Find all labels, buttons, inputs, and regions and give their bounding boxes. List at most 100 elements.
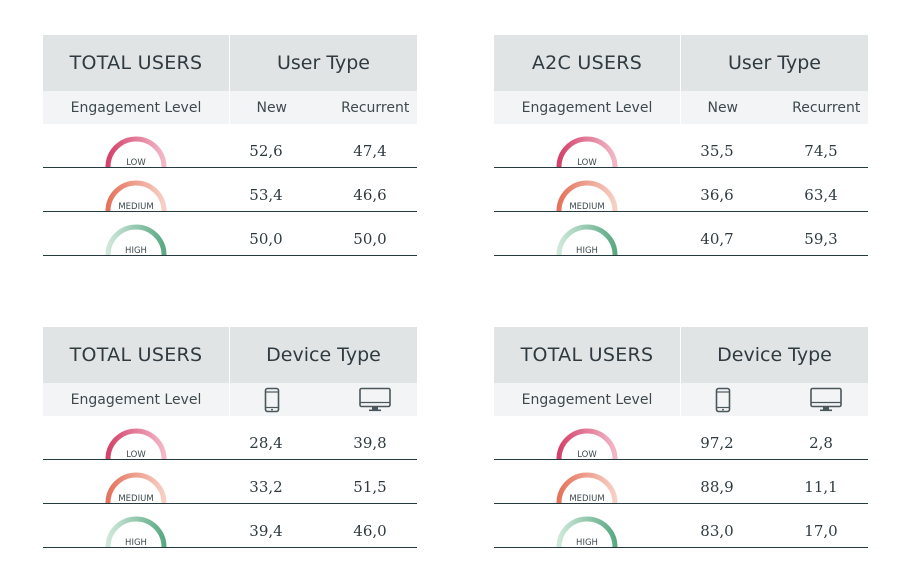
- column-header: [230, 387, 334, 413]
- value-cell: 50,0: [353, 229, 387, 248]
- table-header: TOTAL USERS Device Type: [494, 327, 868, 383]
- engagement-level-cell: LOW: [494, 416, 680, 459]
- table-subheader: Engagement Level: [494, 383, 868, 416]
- column-header: New: [707, 99, 739, 116]
- table-row: MEDIUM 88,9 11,1: [494, 460, 868, 504]
- gauge-label: LOW: [126, 450, 146, 459]
- gauge-label: HIGH: [576, 246, 598, 255]
- table-row: LOW 28,4 39,8: [43, 416, 417, 460]
- table-title: TOTAL USERS: [494, 327, 681, 383]
- engagement-level-cell: HIGH: [43, 212, 229, 255]
- value-cell: 36,6: [700, 185, 734, 204]
- gauge-label: LOW: [126, 158, 146, 167]
- engagement-level-cell: MEDIUM: [43, 460, 229, 503]
- column-header: [334, 387, 418, 413]
- gauge-label: MEDIUM: [569, 494, 604, 503]
- value-cell: 2,8: [809, 433, 833, 452]
- table-row: MEDIUM 33,2 51,5: [43, 460, 417, 504]
- gauge-medium: MEDIUM: [105, 472, 167, 503]
- value-cell: 52,6: [249, 141, 283, 160]
- engagement-level-cell: LOW: [494, 124, 680, 167]
- value-cell: 59,3: [804, 229, 838, 248]
- table-row: HIGH 39,4 46,0: [43, 504, 417, 548]
- engagement-level-cell: HIGH: [43, 504, 229, 547]
- value-cell: 17,0: [804, 521, 838, 540]
- value-cell: 74,5: [804, 141, 838, 160]
- value-cell: 39,4: [249, 521, 283, 540]
- gauge-label: LOW: [577, 450, 597, 459]
- table-subheader: Engagement Level New Recurrent: [494, 91, 868, 124]
- gauge-low: LOW: [556, 428, 618, 459]
- gauge-low: LOW: [556, 136, 618, 167]
- value-cell: 83,0: [700, 521, 734, 540]
- row-header-label: Engagement Level: [43, 91, 230, 124]
- group-title: Device Type: [266, 344, 381, 366]
- value-cell: 88,9: [700, 477, 734, 496]
- gauge-label: HIGH: [125, 246, 147, 255]
- column-header: Recurrent: [341, 99, 410, 116]
- gauge-high: HIGH: [556, 516, 618, 547]
- mobile-phone-icon: [264, 387, 280, 413]
- mobile-phone-icon: [715, 387, 731, 413]
- group-title: User Type: [728, 52, 821, 74]
- table-header: TOTAL USERS User Type: [43, 35, 417, 91]
- value-cell: 47,4: [353, 141, 387, 160]
- table-title: TOTAL USERS: [43, 327, 230, 383]
- value-cell: 51,5: [353, 477, 387, 496]
- engagement-level-cell: MEDIUM: [494, 460, 680, 503]
- table-row: LOW 97,2 2,8: [494, 416, 868, 460]
- table-row: LOW 35,5 74,5: [494, 124, 868, 168]
- gauge-label: HIGH: [576, 538, 598, 547]
- value-cell: 33,2: [249, 477, 283, 496]
- gauge-medium: MEDIUM: [105, 180, 167, 211]
- value-cell: 28,4: [249, 433, 283, 452]
- value-cell: 35,5: [700, 141, 734, 160]
- row-header-label: Engagement Level: [43, 383, 230, 416]
- table-subheader: Engagement Level: [43, 383, 417, 416]
- value-cell: 39,8: [353, 433, 387, 452]
- value-cell: 11,1: [804, 477, 838, 496]
- value-cell: 50,0: [249, 229, 283, 248]
- table-row: MEDIUM 53,4 46,6: [43, 168, 417, 212]
- engagement-level-cell: LOW: [43, 416, 229, 459]
- engagement-table: TOTAL USERS Device Type Engagement Level LO…: [494, 327, 868, 548]
- column-header: [785, 387, 869, 413]
- gauge-high: HIGH: [556, 224, 618, 255]
- value-cell: 63,4: [804, 185, 838, 204]
- group-title: Device Type: [717, 344, 832, 366]
- engagement-table: TOTAL USERS Device Type Engagement Level LO…: [43, 327, 417, 548]
- table-row: HIGH 83,0 17,0: [494, 504, 868, 548]
- table-subheader: Engagement Level New Recurrent: [43, 91, 417, 124]
- table-row: MEDIUM 36,6 63,4: [494, 168, 868, 212]
- gauge-medium: MEDIUM: [556, 180, 618, 211]
- table-title: TOTAL USERS: [43, 35, 230, 91]
- table-title: A2C USERS: [494, 35, 681, 91]
- gauge-label: LOW: [577, 158, 597, 167]
- desktop-monitor-icon: [359, 387, 392, 413]
- gauge-high: HIGH: [105, 224, 167, 255]
- engagement-level-cell: MEDIUM: [494, 168, 680, 211]
- gauge-label: MEDIUM: [569, 202, 604, 211]
- column-header: Recurrent: [792, 99, 861, 116]
- gauge-low: LOW: [105, 428, 167, 459]
- table-row: HIGH 50,0 50,0: [43, 212, 417, 256]
- engagement-level-cell: MEDIUM: [43, 168, 229, 211]
- engagement-table: TOTAL USERS User Type Engagement Level New R…: [43, 35, 417, 256]
- value-cell: 46,6: [353, 185, 387, 204]
- engagement-table: A2C USERS User Type Engagement Level New Rec…: [494, 35, 868, 256]
- table-row: HIGH 40,7 59,3: [494, 212, 868, 256]
- engagement-level-cell: LOW: [43, 124, 229, 167]
- column-header: [681, 387, 785, 413]
- value-cell: 97,2: [700, 433, 734, 452]
- desktop-monitor-icon: [810, 387, 843, 413]
- column-header: New: [256, 99, 288, 116]
- group-title: User Type: [277, 52, 370, 74]
- table-header: TOTAL USERS Device Type: [43, 327, 417, 383]
- gauge-low: LOW: [105, 136, 167, 167]
- gauge-high: HIGH: [105, 516, 167, 547]
- row-header-label: Engagement Level: [494, 91, 681, 124]
- engagement-level-cell: HIGH: [494, 212, 680, 255]
- value-cell: 40,7: [700, 229, 734, 248]
- engagement-level-cell: HIGH: [494, 504, 680, 547]
- value-cell: 46,0: [353, 521, 387, 540]
